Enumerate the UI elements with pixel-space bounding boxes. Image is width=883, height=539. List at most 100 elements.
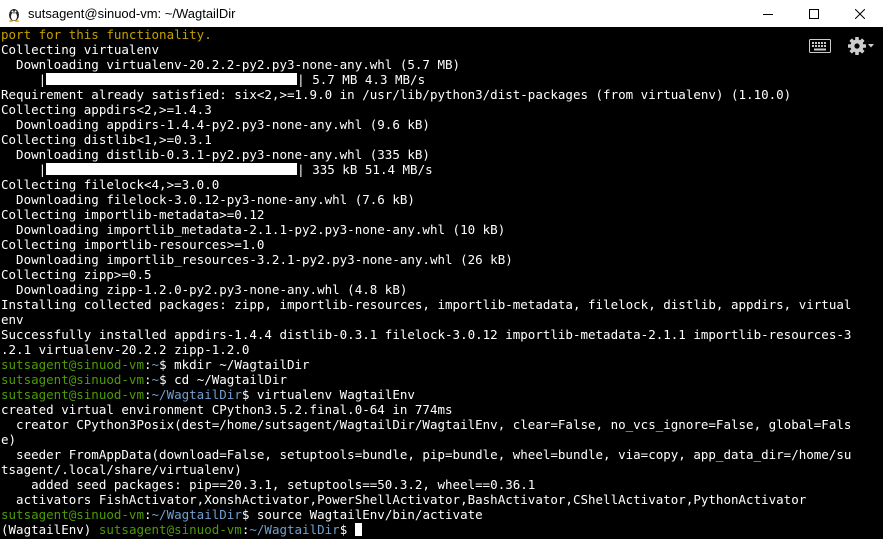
terminal-cursor bbox=[354, 523, 362, 536]
terminal-line: Successfully installed appdirs-1.4.4 dis… bbox=[1, 327, 883, 342]
terminal-text-segment: : bbox=[144, 372, 152, 387]
terminal-text-segment: Downloading importlib_metadata-2.1.1-py2… bbox=[1, 222, 506, 237]
terminal-line: Downloading importlib_resources-3.2.1-py… bbox=[1, 252, 883, 267]
terminal-line: | | 5.7 MB 4.3 MB/s bbox=[1, 72, 883, 87]
terminal-text-segment: | bbox=[1, 72, 47, 87]
terminal-text-segment: ~/WagtailDir bbox=[151, 507, 242, 522]
terminal-text-segment: | 5.7 MB 4.3 MB/s bbox=[297, 72, 426, 87]
terminal-output[interactable]: port for this functionality. Collecting v… bbox=[1, 27, 883, 539]
terminal-text-segment: : bbox=[144, 357, 152, 372]
close-button[interactable] bbox=[837, 0, 883, 27]
terminal-text-segment: : bbox=[144, 507, 152, 522]
terminal-text-segment: $ mkdir ~/WagtailDir bbox=[159, 357, 310, 372]
terminal-line: sutsagent@sinuod-vm:~$ cd ~/WagtailDir bbox=[1, 372, 883, 387]
terminal-line: seeder FromAppData(download=False, setup… bbox=[1, 447, 883, 462]
terminal-line: e) bbox=[1, 432, 883, 447]
terminal-text-segment: port for this functionality. bbox=[1, 27, 212, 42]
terminal-text-segment: sutsagent@sinuod-vm bbox=[98, 522, 242, 537]
terminal-line: added seed packages: pip==20.3.1, setupt… bbox=[1, 477, 883, 492]
terminal-text-segment: ~/WagtailDir bbox=[151, 387, 242, 402]
terminal-text-segment: Downloading virtualenv-20.2.2-py2.py3-no… bbox=[1, 57, 461, 72]
terminal-text-segment: created virtual environment CPython3.5.2… bbox=[1, 402, 453, 417]
title-bar[interactable]: sutsagent@sinuod-vm: ~/WagtailDir bbox=[0, 0, 883, 27]
terminal-toolbar bbox=[809, 36, 875, 56]
terminal-text-segment: sutsagent@sinuod-vm bbox=[1, 372, 144, 387]
terminal-text-segment: env bbox=[1, 312, 24, 327]
terminal-text-segment: sutsagent@sinuod-vm bbox=[1, 387, 144, 402]
terminal-line: Collecting virtualenv bbox=[1, 42, 883, 57]
maximize-button[interactable] bbox=[791, 0, 837, 27]
terminal-line: Collecting appdirs<2,>=1.4.3 bbox=[1, 102, 883, 117]
terminal-line: sutsagent@sinuod-vm:~/WagtailDir$ source… bbox=[1, 507, 883, 522]
terminal-text-segment: e) bbox=[1, 432, 17, 447]
terminal-line: Collecting importlib-resources>=1.0 bbox=[1, 237, 883, 252]
terminal-text-segment: $ cd ~/WagtailDir bbox=[159, 372, 287, 387]
terminal-text-segment: $ source WagtailEnv/bin/activate bbox=[241, 507, 483, 522]
close-icon bbox=[855, 8, 865, 19]
terminal-line: .2.1 virtualenv-20.2.2 zipp-1.2.0 bbox=[1, 342, 883, 357]
terminal-text-segment: Collecting filelock<4,>=3.0.0 bbox=[1, 177, 220, 192]
terminal-text-segment: | 335 kB 51.4 MB/s bbox=[297, 162, 433, 177]
terminal-text-segment: added seed packages: pip==20.3.1, setupt… bbox=[1, 477, 536, 492]
terminal-line: Downloading distlib-0.3.1-py2.py3-none-a… bbox=[1, 147, 883, 162]
terminal-text-segment: Collecting virtualenv bbox=[1, 42, 160, 57]
terminal-text-segment: ~ bbox=[151, 357, 160, 372]
terminal-text-segment: Downloading zipp-1.2.0-py2.py3-none-any.… bbox=[1, 282, 408, 297]
gear-icon[interactable] bbox=[847, 36, 875, 56]
terminal-line: Downloading zipp-1.2.0-py2.py3-none-any.… bbox=[1, 282, 883, 297]
terminal-text-segment: Downloading importlib_resources-3.2.1-py… bbox=[1, 252, 513, 267]
terminal-line: Collecting zipp>=0.5 bbox=[1, 267, 883, 282]
terminal-text-segment: | bbox=[1, 162, 47, 177]
terminal-text-segment: ~ bbox=[151, 372, 160, 387]
terminal-text-segment: Downloading appdirs-1.4.4-py2.py3-none-a… bbox=[1, 117, 430, 132]
terminal-text-segment: sutsagent@sinuod-vm bbox=[1, 507, 144, 522]
terminal-line: Collecting filelock<4,>=3.0.0 bbox=[1, 177, 883, 192]
keyboard-icon[interactable] bbox=[809, 39, 831, 53]
terminal-line: Collecting distlib<1,>=0.3.1 bbox=[1, 132, 883, 147]
terminal-line: creator CPython3Posix(dest=/home/sutsage… bbox=[1, 417, 883, 432]
terminal-text-segment: Collecting zipp>=0.5 bbox=[1, 267, 152, 282]
terminal-line: Downloading virtualenv-20.2.2-py2.py3-no… bbox=[1, 57, 883, 72]
terminal-line: Downloading importlib_metadata-2.1.1-py2… bbox=[1, 222, 883, 237]
minimize-button[interactable] bbox=[745, 0, 791, 27]
terminal-text-segment: Downloading distlib-0.3.1-py2.py3-none-a… bbox=[1, 147, 430, 162]
terminal-text-segment: $ virtualenv WagtailEnv bbox=[241, 387, 415, 402]
terminal-text-segment: ~/WagtailDir bbox=[249, 522, 340, 537]
terminal-text-segment: Collecting importlib-metadata>=0.12 bbox=[1, 207, 265, 222]
terminal-text-segment: Successfully installed appdirs-1.4.4 dis… bbox=[1, 327, 852, 342]
terminal-text-segment: Requirement already satisfied: six<2,>=1… bbox=[1, 87, 792, 102]
terminal-text-segment: $ bbox=[339, 522, 355, 537]
terminal-text-segment: tsagent/.local/share/virtualenv) bbox=[1, 462, 242, 477]
terminal-text-segment: .2.1 virtualenv-20.2.2 zipp-1.2.0 bbox=[1, 342, 250, 357]
terminal-text-segment: : bbox=[144, 387, 152, 402]
terminal-line: | | 335 kB 51.4 MB/s bbox=[1, 162, 883, 177]
terminal-line: tsagent/.local/share/virtualenv) bbox=[1, 462, 883, 477]
terminal-line: activators FishActivator,XonshActivator,… bbox=[1, 492, 883, 507]
terminal-text-segment: Collecting importlib-resources>=1.0 bbox=[1, 237, 265, 252]
progress-bar bbox=[46, 163, 298, 175]
minimize-icon bbox=[763, 13, 773, 15]
terminal-line: (WagtailEnv) sutsagent@sinuod-vm:~/Wagta… bbox=[1, 522, 883, 537]
progress-bar bbox=[46, 73, 298, 85]
window-title: sutsagent@sinuod-vm: ~/WagtailDir bbox=[28, 6, 236, 21]
terminal-text-segment: Installing collected packages: zipp, imp… bbox=[1, 297, 852, 312]
terminal-text-segment: sutsagent@sinuod-vm bbox=[1, 357, 144, 372]
terminal-line: Requirement already satisfied: six<2,>=1… bbox=[1, 87, 883, 102]
terminal-line: sutsagent@sinuod-vm:~/WagtailDir$ virtua… bbox=[1, 387, 883, 402]
terminal-text-segment: creator CPython3Posix(dest=/home/sutsage… bbox=[1, 417, 852, 432]
maximize-icon bbox=[809, 8, 819, 19]
terminal-line: Installing collected packages: zipp, imp… bbox=[1, 297, 883, 312]
terminal-line: sutsagent@sinuod-vm:~$ mkdir ~/WagtailDi… bbox=[1, 357, 883, 372]
terminal-text-segment: Downloading filelock-3.0.12-py3-none-any… bbox=[1, 192, 415, 207]
terminal-line: Downloading filelock-3.0.12-py3-none-any… bbox=[1, 192, 883, 207]
terminal-text-segment: Collecting distlib<1,>=0.3.1 bbox=[1, 132, 212, 147]
terminal-line: port for this functionality. bbox=[1, 27, 883, 42]
terminal-text-segment: (WagtailEnv) bbox=[1, 522, 99, 537]
terminal-line: env bbox=[1, 312, 883, 327]
terminal-text-segment: activators FishActivator,XonshActivator,… bbox=[1, 492, 807, 507]
terminal-line: created virtual environment CPython3.5.2… bbox=[1, 402, 883, 417]
terminal-text-segment: Collecting appdirs<2,>=1.4.3 bbox=[1, 102, 212, 117]
terminal-text-segment: seeder FromAppData(download=False, setup… bbox=[1, 447, 852, 462]
tux-icon bbox=[9, 8, 19, 22]
terminal-window: sutsagent@sinuod-vm: ~/WagtailDir port f… bbox=[0, 0, 883, 539]
